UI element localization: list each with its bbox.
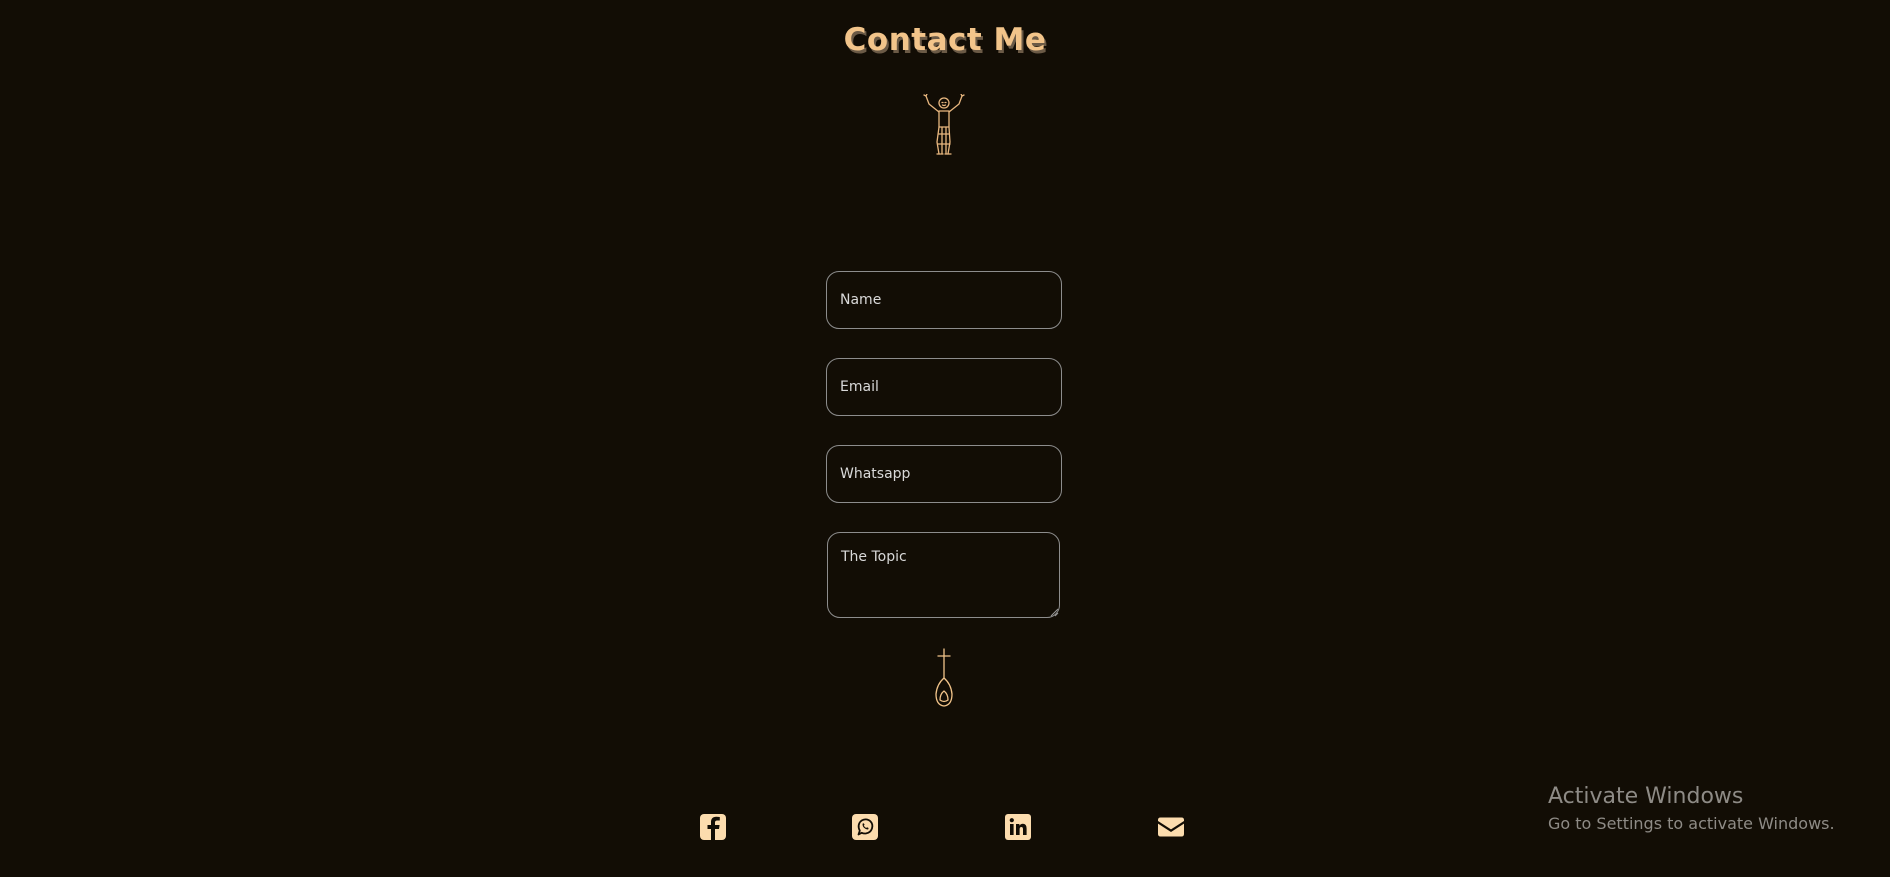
envelope-icon: [1158, 817, 1184, 837]
activate-windows-title: Activate Windows: [1548, 784, 1744, 809]
page-title: Contact Me: [843, 22, 1047, 58]
send-button[interactable]: [925, 648, 963, 708]
facebook-link[interactable]: [697, 811, 729, 843]
activate-windows-watermark: Activate Windows Go to Settings to activ…: [1548, 782, 1835, 836]
facebook-icon: [700, 814, 726, 840]
name-field[interactable]: [826, 271, 1062, 329]
linkedin-link[interactable]: [1002, 811, 1034, 843]
whatsapp-field[interactable]: [826, 445, 1062, 503]
whatsapp-link[interactable]: [849, 811, 881, 843]
whatsapp-icon: [852, 814, 878, 840]
sword-send-icon: [935, 648, 953, 707]
email-link[interactable]: [1155, 811, 1187, 843]
linkedin-icon: [1005, 814, 1031, 840]
resize-grip-icon[interactable]: [1050, 608, 1059, 617]
topic-textarea[interactable]: [827, 532, 1060, 618]
person-arms-raised-icon: [923, 94, 965, 155]
activate-windows-subtitle: Go to Settings to activate Windows.: [1548, 814, 1835, 833]
email-field[interactable]: [826, 358, 1062, 416]
contact-page: Contact Me Name Email Whatsapp The Topic…: [0, 0, 1890, 877]
